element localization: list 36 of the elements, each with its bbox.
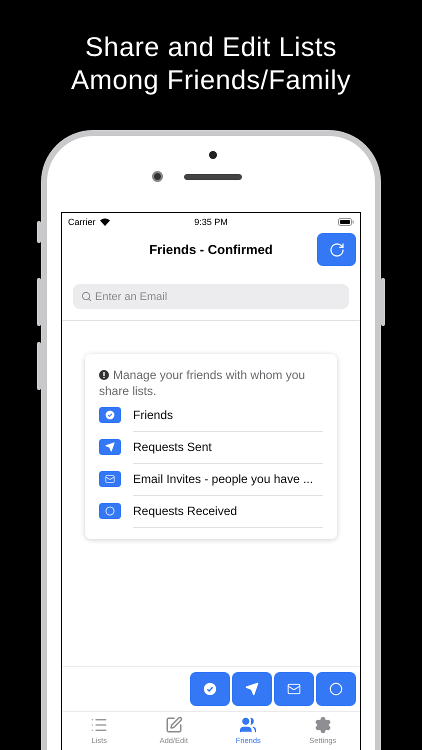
refresh-icon	[328, 242, 344, 258]
search-field[interactable]: Enter an Email	[73, 284, 349, 309]
people-icon	[239, 716, 258, 734]
edit-icon	[164, 716, 183, 734]
refresh-button[interactable]	[317, 233, 356, 266]
info-note: Manage your friends with whom you share lists.	[99, 367, 306, 399]
envelope-icon	[287, 682, 301, 696]
speaker-grille	[184, 174, 242, 180]
filter-button[interactable]	[190, 672, 230, 706]
envelope-icon	[105, 474, 115, 484]
settings-icon	[314, 716, 332, 734]
filter-button[interactable]	[274, 672, 314, 706]
legend-label: Friends	[133, 398, 323, 432]
headline-text: Share and Edit Lists	[85, 31, 337, 64]
carrier-label: Carrier	[68, 216, 96, 226]
status-time: 9:35 PM	[194, 216, 228, 226]
search-icon	[81, 291, 92, 302]
paper-plane-icon	[245, 682, 259, 696]
sensor-dot	[209, 151, 217, 159]
check-circle-icon	[105, 410, 115, 420]
screen-title: Friends - Confirmed	[149, 242, 273, 257]
check-circle-icon	[203, 682, 217, 696]
battery-icon	[338, 218, 354, 226]
list-icon	[90, 716, 108, 734]
legend-label: Email Invites - people you have ...	[133, 462, 323, 496]
camera-lens	[152, 171, 163, 182]
circle-icon	[105, 506, 115, 516]
filter-button[interactable]	[316, 672, 356, 706]
filter-button[interactable]	[232, 672, 272, 706]
legend-label: Requests Received	[133, 494, 323, 528]
paper-plane-icon	[105, 442, 115, 452]
circle-icon	[329, 682, 343, 696]
headline-text: Among Friends/Family	[70, 64, 352, 97]
info-icon	[99, 370, 109, 380]
legend-label: Requests Sent	[133, 430, 323, 464]
wifi-icon	[100, 218, 110, 226]
